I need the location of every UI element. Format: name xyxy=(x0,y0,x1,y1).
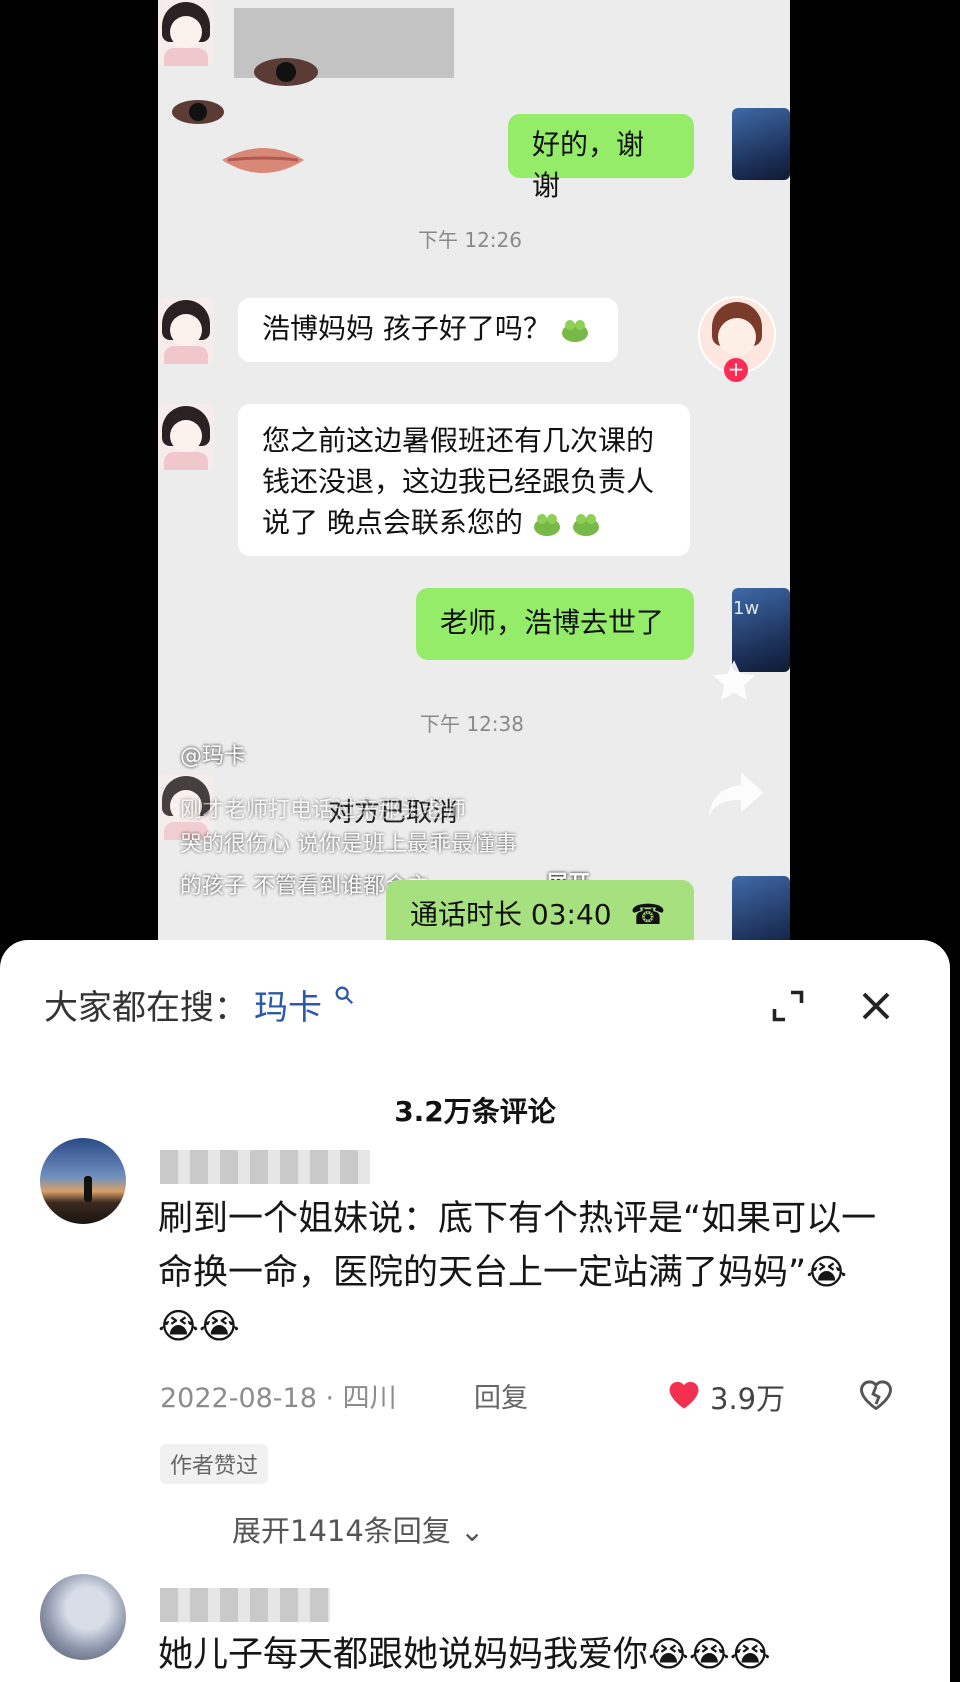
comment-panel: 大家都在搜： 玛卡 3.2万条评论 刷到一个姐妹说：底下有个热评是“如果可以一命换… xyxy=(0,940,950,1682)
close-icon[interactable] xyxy=(858,988,894,1024)
comment-text: 她儿子每天都跟她说妈妈我爱你😭😭😭 xyxy=(158,1635,771,1675)
lips-sticker-icon xyxy=(222,148,304,173)
like-count: 3.9万 xyxy=(710,1382,786,1416)
author-liked-badge: 作者赞过 xyxy=(160,1444,269,1484)
my-message-bubble: 好的，谢谢 xyxy=(508,114,694,202)
emoji-icon xyxy=(533,514,560,536)
dislike-icon[interactable] xyxy=(858,1378,894,1410)
teacher-message-bubble: 浩博妈妈 孩子好了吗？ xyxy=(238,298,618,362)
teacher-message-bubble: 您之前这边暑假班还有几次课的钱还没退，这边我已经跟负责人说了 晚点会联系您的 xyxy=(238,404,690,556)
search-icon xyxy=(335,986,353,1005)
follow-button[interactable]: + xyxy=(724,358,748,382)
comment-text: 刷到一个姐妹说：底下有个热评是“如果可以一命换一命，医院的天台上一定站满了妈妈”… xyxy=(158,1199,877,1347)
reply-button[interactable]: 回复 xyxy=(474,1376,528,1415)
video-player[interactable]: 好的，谢谢 下午 12:26 浩博妈妈 孩子好了吗？ + 您之前这边暑假班还有几… xyxy=(158,0,790,950)
username-blurred[interactable] xyxy=(160,1588,330,1622)
phone-icon: ☎ xyxy=(630,898,666,931)
avatar[interactable] xyxy=(40,1138,126,1224)
avatar[interactable] xyxy=(40,1574,126,1660)
emoji-icon xyxy=(561,320,588,342)
message-text: 浩博妈妈 孩子好了吗？ xyxy=(262,312,551,345)
expand-replies-button[interactable]: 展开1414条回复 ⌄ xyxy=(232,1508,484,1550)
timestamp: 下午 12:38 xyxy=(420,712,524,736)
eyes-sticker-icon xyxy=(172,58,318,124)
trending-search-label: 大家都在搜： xyxy=(44,988,248,1028)
teacher-avatar xyxy=(158,404,214,470)
timestamp: 下午 12:26 xyxy=(418,228,522,252)
my-message-bubble: 老师，浩博去世了 xyxy=(416,588,694,660)
message-text: 好的，谢谢 xyxy=(532,128,645,202)
expand-replies-label: 展开1414条回复 xyxy=(232,1514,451,1548)
trending-search[interactable]: 大家都在搜： 玛卡 xyxy=(44,980,355,1029)
chevron-down-icon: ⌄ xyxy=(460,1514,485,1548)
comment-count: 3.2万条评论 xyxy=(394,1095,556,1128)
call-duration-text: 通话时长 03:40 xyxy=(410,898,612,931)
video-caption-line: 刚才老师打电话过来那头老师 xyxy=(180,798,467,823)
username-blurred[interactable] xyxy=(160,1150,370,1184)
teacher-avatar xyxy=(158,298,214,364)
likes-badge: 1w xyxy=(733,598,760,619)
my-avatar xyxy=(732,108,790,180)
video-caption-line: 哭的很伤心 说你是班上最乖最懂事 xyxy=(180,832,517,857)
message-text: 老师，浩博去世了 xyxy=(440,606,665,639)
favorite-star-icon[interactable] xyxy=(708,656,760,706)
trending-search-keyword[interactable]: 玛卡 xyxy=(254,988,322,1028)
heart-icon[interactable] xyxy=(666,1378,702,1410)
emoji-icon xyxy=(572,514,599,536)
video-author[interactable]: @玛卡 xyxy=(180,738,246,770)
my-avatar xyxy=(732,876,790,950)
fullscreen-icon[interactable] xyxy=(770,988,806,1024)
comment-date-location: 2022-08-18 · 四川 xyxy=(160,1383,397,1414)
share-icon[interactable] xyxy=(706,770,766,820)
